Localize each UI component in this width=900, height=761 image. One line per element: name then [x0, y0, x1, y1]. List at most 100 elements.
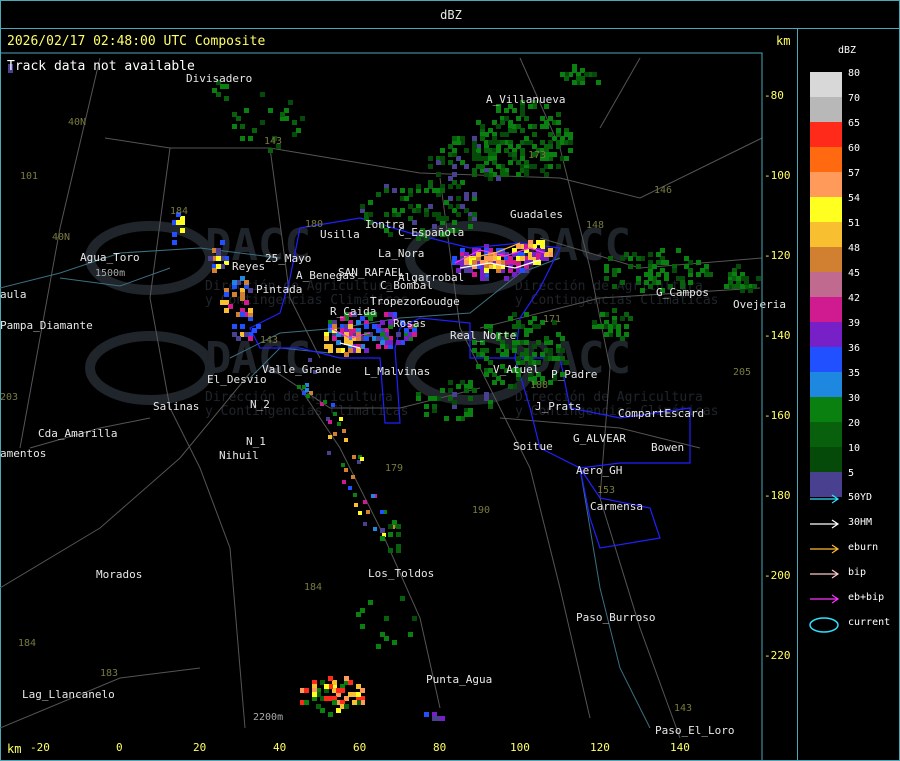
echo-cell [376, 644, 381, 649]
echo-cell [456, 384, 461, 389]
echo-cell [464, 260, 469, 265]
echo-cell [333, 412, 337, 416]
label-lag-llancanelo: Lag_Llancanelo [22, 688, 115, 701]
track-status-text: Track data not available [7, 59, 195, 74]
echo-cell [232, 324, 237, 329]
echo-cell [396, 340, 401, 345]
echo-cell [232, 124, 237, 129]
echo-cell [296, 128, 301, 133]
echo-cell [520, 352, 525, 357]
echo-cell [564, 156, 569, 161]
echo-cell [468, 412, 473, 417]
echo-cell [416, 396, 421, 401]
echo-cell [306, 394, 310, 398]
echo-cell [604, 264, 609, 269]
echo-cell [412, 332, 417, 337]
timestamp-header: 2026/02/17 02:48:00 UTC Composite [7, 34, 266, 49]
echo-cell [260, 92, 265, 97]
route-label: 190 [472, 505, 490, 516]
km-unit-label-bottom: km [7, 742, 22, 756]
echo-cell [552, 356, 557, 361]
echo-cell [496, 164, 501, 169]
echo-cell [472, 152, 477, 157]
echo-cell [297, 385, 301, 389]
echo-cell [540, 168, 545, 173]
echo-cell [384, 616, 389, 621]
legend-label-42: 42 [848, 293, 861, 304]
echo-cell [572, 68, 577, 73]
echo-cell [436, 216, 441, 221]
echo-cell [748, 288, 753, 293]
echo-cell [408, 632, 413, 637]
echo-cell [512, 152, 517, 157]
echo-cell [444, 200, 449, 205]
route-label: 183 [100, 668, 118, 679]
echo-cell [412, 616, 417, 621]
legend-label-48: 48 [848, 243, 861, 254]
echo-cell [600, 312, 605, 317]
echo-cell [424, 712, 429, 717]
echo-cell [240, 312, 245, 317]
echo-cell [364, 324, 369, 329]
echo-cell [323, 400, 327, 404]
echo-cell [596, 80, 601, 85]
echo-cell [480, 136, 485, 141]
label-los-toldos: Los_Toldos [368, 567, 434, 580]
echo-cell [240, 324, 245, 329]
route-label: 143 [260, 335, 278, 346]
label-pintada: Pintada [256, 283, 302, 296]
echo-cell [328, 344, 333, 349]
legend-label-10: 10 [848, 443, 861, 454]
echo-cell [172, 240, 177, 245]
route-label: 184 [18, 638, 36, 649]
echo-cell [352, 700, 357, 705]
echo-cell [396, 544, 401, 549]
echo-cell [244, 280, 249, 285]
label-compart-escard: CompartEscard [618, 407, 704, 420]
echo-cell [305, 388, 309, 392]
echo-cell [616, 328, 621, 333]
echo-cell [432, 396, 437, 401]
arrow-icon [810, 594, 840, 604]
echo-cell [556, 128, 561, 133]
echo-cell [380, 528, 385, 533]
echo-cell [396, 532, 401, 537]
echo-cell [384, 188, 389, 193]
echo-cell [560, 348, 565, 353]
echo-cell [248, 336, 253, 341]
echo-cell [508, 160, 513, 165]
echo-cell [332, 700, 337, 705]
echo-cell [260, 120, 265, 125]
legend-label-30: 30 [848, 393, 861, 404]
echo-cell [396, 524, 401, 529]
echo-cell [364, 336, 369, 341]
legend-swatch-35 [810, 372, 842, 397]
legend-label-65: 65 [848, 118, 861, 129]
legend-label-57: 57 [848, 168, 861, 179]
echo-cell [224, 292, 229, 297]
x-tick-label: 40 [273, 741, 286, 754]
echo-cell [520, 256, 525, 261]
radar-map[interactable]: DACC DACC DACC DACC Dirección de Agricul… [0, 28, 798, 761]
echo-cell [548, 164, 553, 169]
legend-swatch-10 [810, 447, 842, 472]
echo-cell [336, 348, 341, 353]
label-n1: N_1 [246, 435, 266, 448]
echo-cell [500, 132, 505, 137]
echo-cell [500, 344, 505, 349]
echo-cell [424, 404, 429, 409]
echo-cell [612, 284, 617, 289]
echo-cell [368, 212, 373, 217]
echo-cell [472, 348, 477, 353]
echo-cell [416, 208, 421, 213]
echo-cell [432, 716, 437, 721]
echo-cell [360, 624, 365, 629]
echo-cell [568, 148, 573, 153]
label-c-espanola: C_Española [398, 226, 464, 239]
label-valle-grande: Valle_Grande [262, 363, 341, 376]
legend-swatch-80 [810, 72, 842, 97]
echo-cell [724, 284, 729, 289]
route-label: 153 [597, 485, 615, 496]
echo-cell [460, 160, 465, 165]
label-nihuil: Nihuil [219, 449, 259, 462]
